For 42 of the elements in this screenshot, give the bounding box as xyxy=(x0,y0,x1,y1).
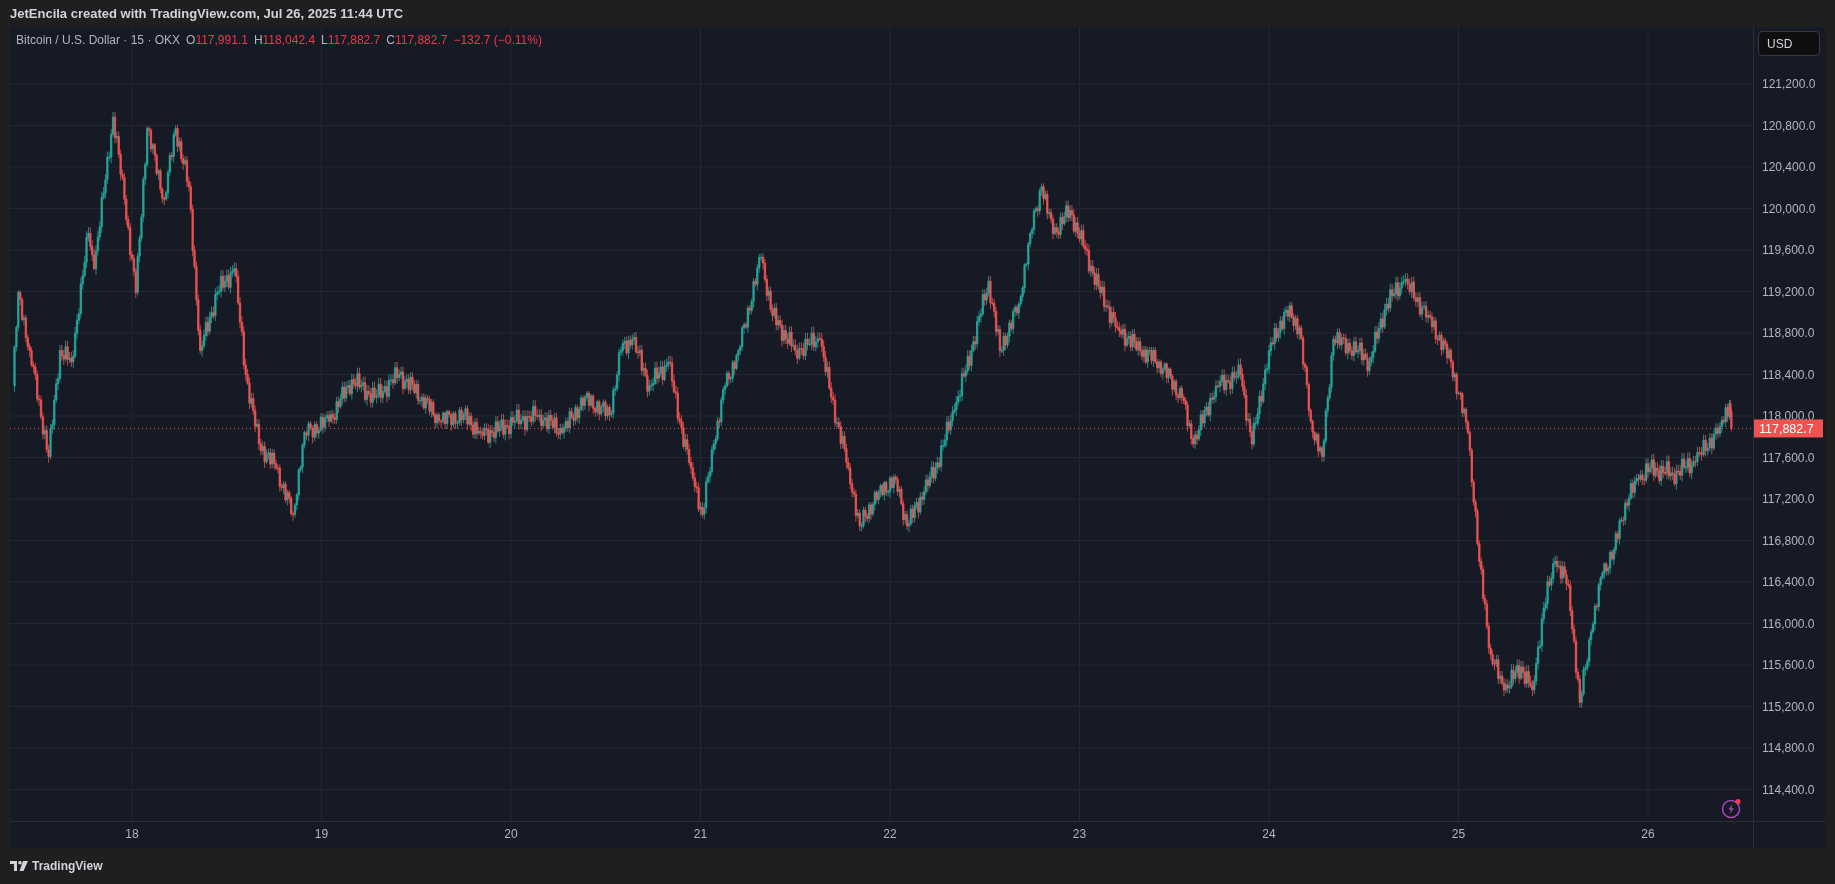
price-label: 117,882.7 xyxy=(1754,419,1823,438)
price-tick-label: 114,800.0 xyxy=(1762,741,1815,755)
author-credit: JetEncila created with TradingView.com, Jul 26, 2025 11:44 UTC xyxy=(10,6,404,21)
ohlc-label: H xyxy=(253,33,263,47)
date-tick-label: 23 xyxy=(1072,827,1087,841)
ohlc-value: 118,042.4 xyxy=(262,33,316,47)
ohlc-value: 117,882.7 xyxy=(327,33,381,47)
date-tick-label: 22 xyxy=(883,827,897,841)
date-tick-label: 18 xyxy=(125,827,139,841)
price-change: −132.7 (−0.11%) xyxy=(453,33,542,47)
price-tick-label: 119,600.0 xyxy=(1762,243,1815,257)
ohlc-label: L xyxy=(321,33,328,47)
currency-button[interactable]: USD xyxy=(1758,31,1820,56)
price-tick-label: 120,800.0 xyxy=(1762,118,1816,133)
price-tick-label: 120,400.0 xyxy=(1762,160,1816,174)
date-tick-label: 21 xyxy=(693,827,708,841)
date-tick-label: 19 xyxy=(314,827,329,841)
price-tick-label: 114,400.0 xyxy=(1762,782,1815,797)
price-tick-label: 116,800.0 xyxy=(1762,533,1815,548)
ohlc-label: C xyxy=(386,33,395,47)
price-tick-label: 121,200.0 xyxy=(1762,77,1816,91)
price-tick-label: 117,600.0 xyxy=(1762,450,1815,465)
price-tick-label: 116,000.0 xyxy=(1762,616,1815,631)
price-tick-label: 116,400.0 xyxy=(1762,575,1815,589)
price-tick-label: 120,000.0 xyxy=(1762,201,1816,216)
lightning-icon[interactable] xyxy=(1721,797,1743,819)
ohlc-label: O xyxy=(186,33,196,47)
price-tick-label: 118,800.0 xyxy=(1762,326,1815,340)
symbol-title: Bitcoin / U.S. Dollar · 15 · OKX xyxy=(16,33,181,47)
date-tick-label: 24 xyxy=(1262,827,1276,841)
price-tick-label: 118,400.0 xyxy=(1762,367,1815,382)
price-tick-label: 115,200.0 xyxy=(1762,699,1815,714)
date-tick-label: 25 xyxy=(1451,827,1466,841)
brand-name: TradingView xyxy=(32,859,103,873)
price-tick-label: 119,200.0 xyxy=(1762,284,1815,299)
price-tick-label: 115,600.0 xyxy=(1762,658,1815,672)
price-tick-label: 117,200.0 xyxy=(1762,492,1815,506)
ohlc-value: 117,882.7 xyxy=(394,33,448,47)
date-tick-label: 20 xyxy=(504,827,518,841)
ohlc-value: 117,991.1 xyxy=(195,33,248,47)
date-tick-label: 26 xyxy=(1641,827,1655,841)
logo-icon xyxy=(10,861,28,871)
